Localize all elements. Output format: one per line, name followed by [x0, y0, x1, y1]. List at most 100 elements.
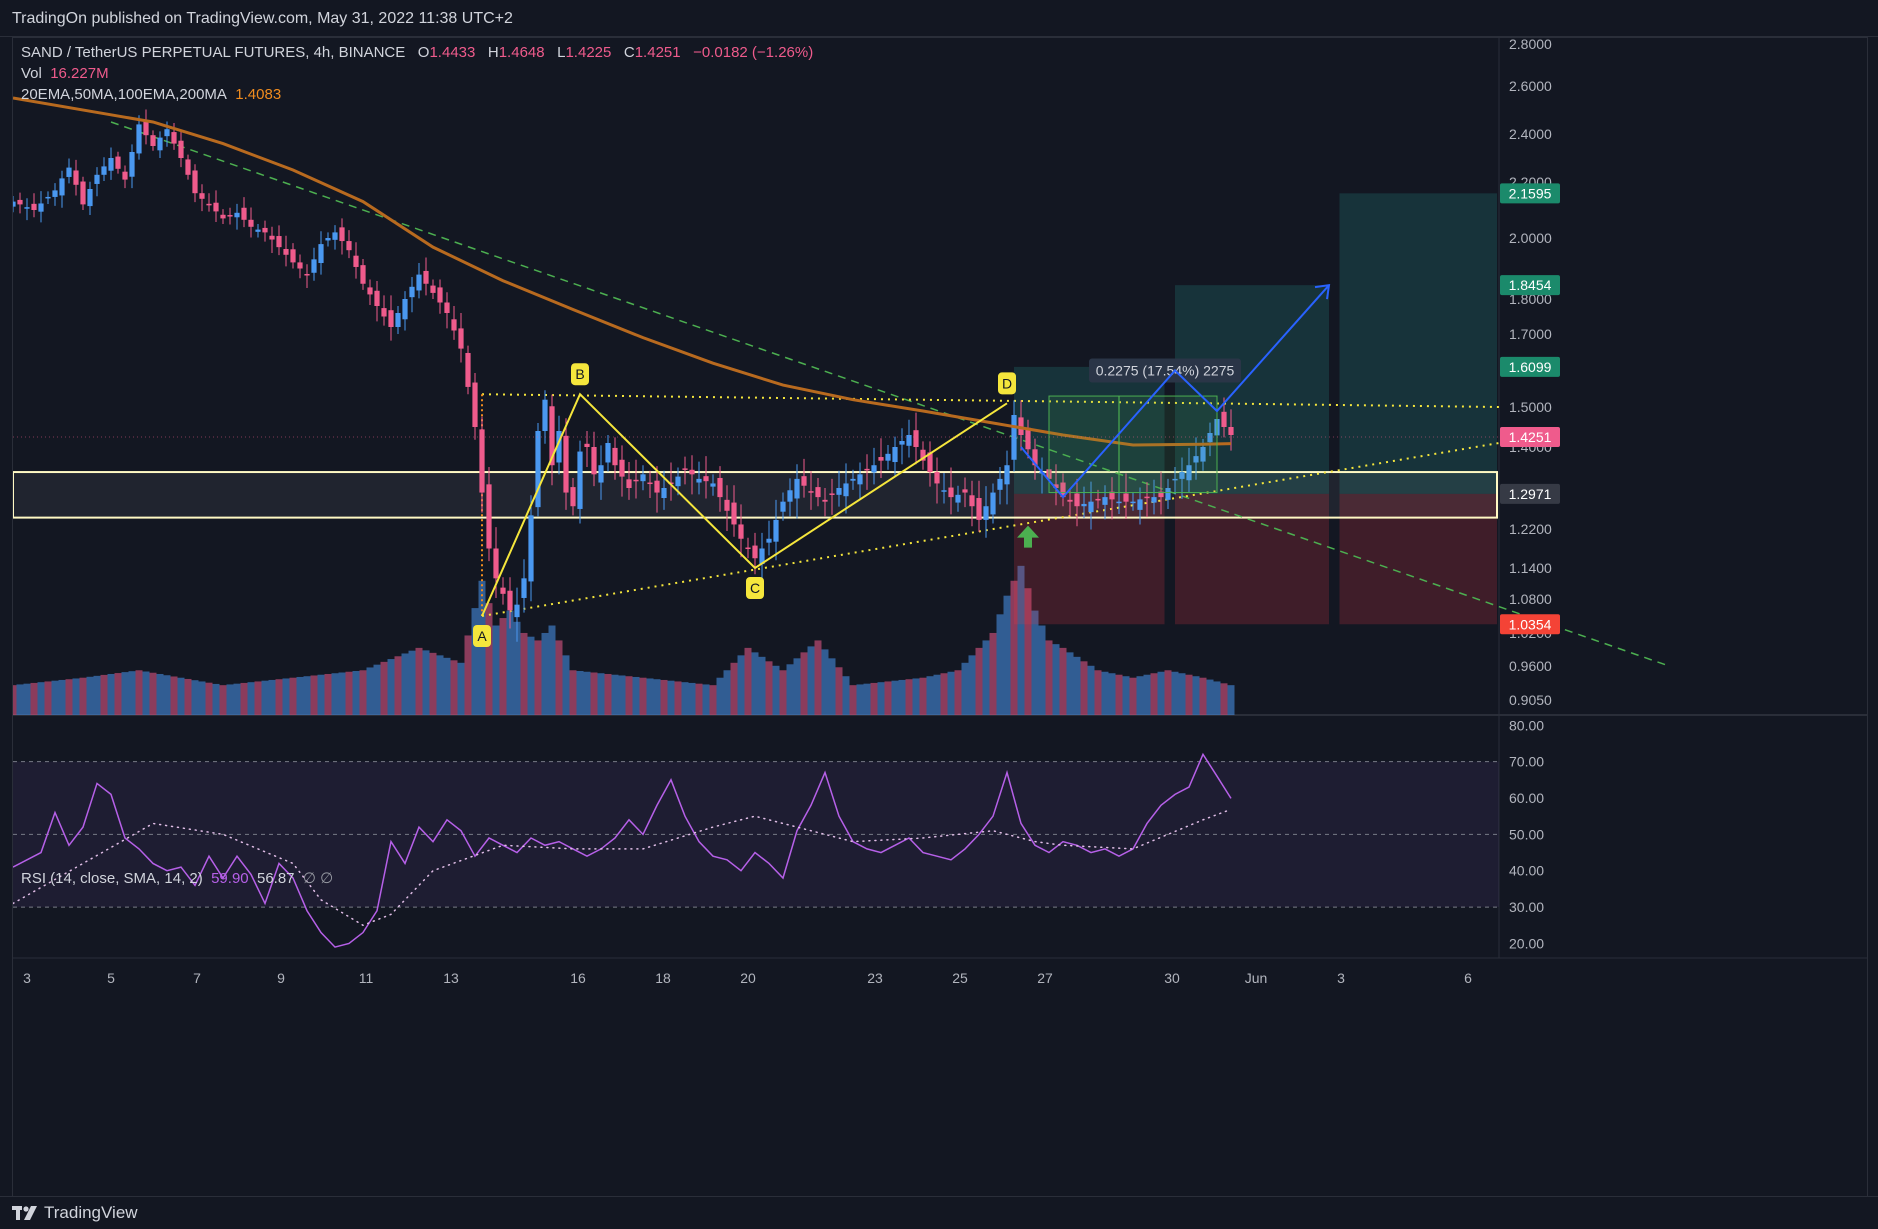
volume-bar — [13, 685, 17, 715]
candle-body — [262, 227, 268, 233]
candle-body — [997, 478, 1003, 490]
candle-body — [514, 604, 520, 618]
volume-bar — [989, 632, 997, 715]
volume-bar — [695, 683, 703, 715]
candle — [465, 345, 471, 395]
candle-body — [437, 287, 443, 303]
candle — [206, 193, 212, 212]
candle — [500, 577, 506, 605]
time-tick-label: 9 — [277, 970, 285, 986]
volume-bar — [982, 640, 990, 715]
candle-body — [857, 474, 863, 485]
volume-bar — [1185, 674, 1193, 715]
volume-bar — [947, 671, 955, 715]
volume-bar — [226, 684, 234, 715]
volume-bar — [772, 665, 780, 715]
volume-bar — [1080, 661, 1088, 715]
candle — [339, 218, 345, 255]
candle-body — [381, 308, 387, 317]
candle — [542, 390, 548, 444]
time-tick-label: 11 — [359, 970, 374, 986]
volume-bar — [128, 671, 136, 715]
chart-area[interactable]: A B C D 0.2275 (17.54%) 2275 2.8000 2.6000 2.40… — [12, 37, 1868, 1197]
candle-body — [850, 478, 856, 481]
volume-bar — [184, 678, 192, 715]
chart-svg[interactable]: A B C D 0.2275 (17.54%) 2275 2.8000 2.6000 2.40… — [13, 38, 1867, 1196]
candle-body — [892, 447, 898, 463]
candle — [31, 193, 37, 218]
candle-body — [409, 286, 415, 298]
candle-body — [80, 181, 86, 205]
candle — [766, 520, 772, 556]
candle — [367, 279, 373, 305]
candle — [59, 170, 65, 208]
candle-body — [227, 215, 233, 217]
candle — [521, 559, 527, 613]
candle-body — [710, 483, 716, 487]
candle-body — [955, 494, 961, 503]
candle — [892, 436, 898, 477]
volume-bar — [541, 632, 549, 715]
candle-body — [724, 499, 730, 511]
volume-bar — [926, 676, 934, 715]
volume-bar — [737, 655, 745, 715]
candle-body — [339, 227, 345, 242]
volume-bar — [1220, 683, 1228, 715]
candle-body — [654, 480, 660, 493]
candle — [458, 313, 464, 363]
volume-bar — [436, 655, 444, 715]
candle-body — [682, 468, 688, 470]
price-tick-label: 1.0800 — [1509, 591, 1552, 607]
candle-body — [794, 478, 800, 499]
candle — [227, 207, 233, 225]
candle-body — [647, 482, 653, 485]
volume-bar — [611, 674, 619, 715]
rsi-ma-value: 56.87 — [256, 870, 295, 887]
time-tick-label: 25 — [952, 970, 968, 986]
volume-bar — [149, 672, 157, 715]
candle-body — [962, 489, 968, 493]
candle-body — [325, 238, 331, 241]
volume-bar — [625, 676, 633, 715]
candle — [199, 184, 205, 212]
candle-body — [353, 255, 359, 267]
volume-bar — [597, 673, 605, 715]
volume-bar — [408, 650, 416, 715]
candle-body — [213, 202, 219, 212]
candle-body — [766, 538, 772, 543]
volume-legend: Vol 16.227M — [21, 65, 109, 82]
candle — [73, 159, 79, 196]
candle-body — [164, 129, 170, 137]
volume-bar — [359, 670, 367, 715]
volume-bar — [779, 670, 787, 715]
candle-body — [689, 469, 695, 475]
close-value: 1.4251 — [634, 44, 681, 61]
volume-bar — [261, 680, 269, 715]
high-value: 1.4648 — [498, 44, 545, 61]
candle-body — [486, 484, 492, 549]
tradingview-logo[interactable]: TradingView — [12, 1203, 138, 1223]
volume-bar — [429, 652, 437, 715]
candle — [283, 235, 289, 267]
support-zone — [13, 471, 1498, 519]
candle-body — [1102, 497, 1108, 505]
candle — [13, 196, 16, 213]
candle-body — [661, 488, 667, 499]
vol-value: 16.227M — [50, 65, 109, 82]
volume-bar — [254, 681, 262, 715]
volume-bar — [800, 652, 808, 715]
candle — [45, 191, 51, 205]
price-badge-label: 1.2971 — [1509, 486, 1552, 502]
candle-body — [367, 287, 373, 295]
rsi-tick-label: 80.00 — [1509, 717, 1544, 733]
candle — [437, 279, 443, 314]
candle-body — [696, 478, 702, 483]
volume-bar — [450, 660, 458, 715]
volume-bar — [58, 679, 66, 715]
volume-bar — [310, 675, 318, 715]
pattern-point-b: B — [575, 366, 584, 382]
candle — [584, 431, 590, 468]
candle-body — [234, 212, 240, 218]
volume-bar — [975, 647, 983, 715]
volume-bar — [1171, 671, 1179, 715]
